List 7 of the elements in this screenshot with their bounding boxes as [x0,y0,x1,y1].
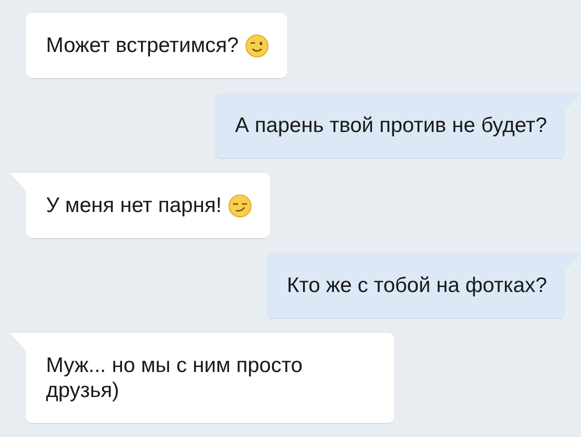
winking-face-icon [244,34,269,58]
message-text: Может встретимся? [46,33,239,58]
message-text: У меня нет парня! [46,193,222,218]
message-text: Муж... но мы с ним просто друзья) [46,353,304,403]
message-text: А парень твой против не будет? [234,113,547,138]
message-text: Кто же с тобой на фотках? [286,273,547,298]
smirking-face-icon [228,194,252,218]
